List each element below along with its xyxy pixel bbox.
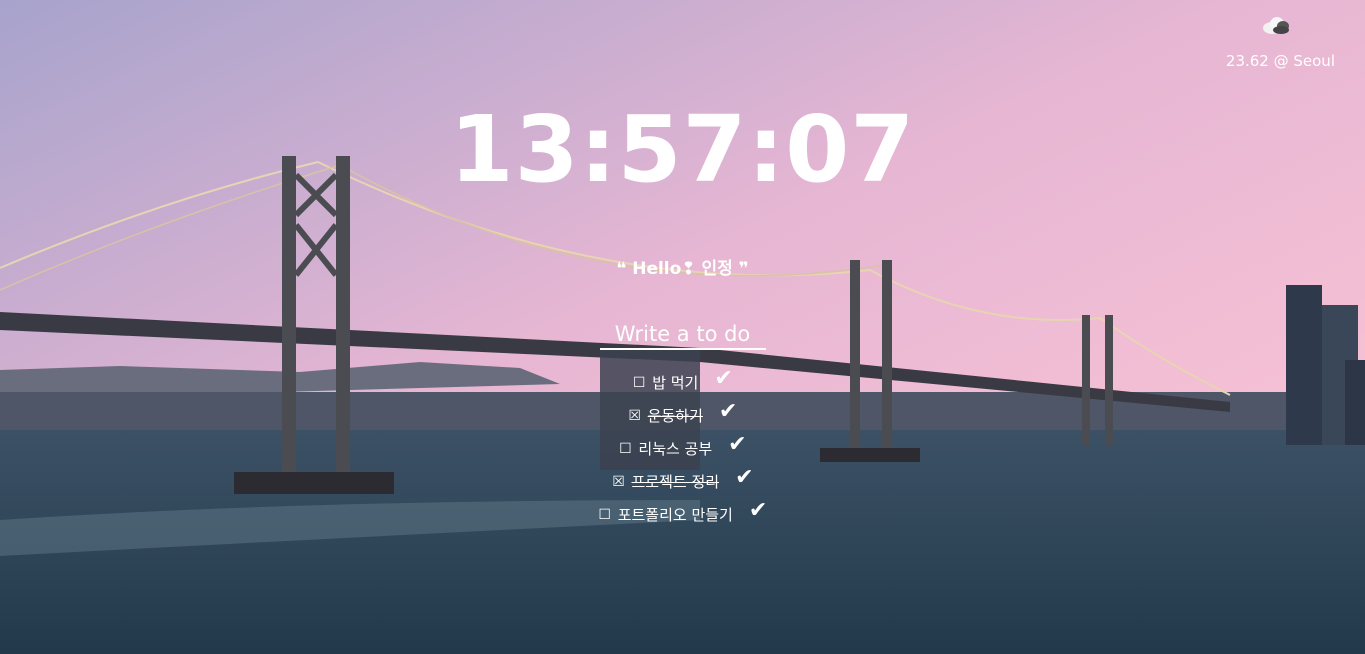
check-icon[interactable]: ✔	[735, 466, 753, 489]
cloud-icon	[1261, 14, 1291, 40]
check-icon[interactable]: ✔	[749, 499, 767, 522]
checkbox-icon[interactable]: ☐	[598, 507, 612, 523]
todo-text: 밥 먹기	[652, 374, 699, 392]
todo-item: ☐ 리눅스 공부 ✔	[0, 432, 1365, 465]
todo-text: 리눅스 공부	[638, 440, 713, 458]
check-icon[interactable]: ✔	[714, 367, 732, 390]
todo-item: ☒ 운동하기 ✔	[0, 399, 1365, 432]
weather-text: 23.62 @ Seoul	[1225, 52, 1335, 70]
check-icon[interactable]: ✔	[728, 433, 746, 456]
clock: 13:57:07	[449, 96, 916, 203]
checkbox-icon[interactable]: ☒	[628, 408, 642, 424]
todo-form	[0, 322, 1365, 350]
todo-text: 운동하기	[647, 407, 703, 425]
todo-text: 프로젝트 정리	[631, 473, 720, 491]
todo-text: 포트폴리오 만들기	[617, 506, 733, 524]
todo-list: ☐ 밥 먹기 ✔ ☒ 운동하기 ✔ ☐ 리눅스 공부 ✔ ☒ 프로젝트 정리 ✔…	[0, 366, 1365, 531]
check-icon[interactable]: ✔	[719, 400, 737, 423]
checkbox-icon[interactable]: ☐	[618, 441, 632, 457]
todo-item: ☐ 밥 먹기 ✔	[0, 366, 1365, 399]
greeting: ❝ Hello❢ 인정 ❞	[616, 259, 749, 279]
todo-item: ☒ 프로젝트 정리 ✔	[0, 465, 1365, 498]
todo-input[interactable]	[599, 322, 766, 350]
checkbox-icon[interactable]: ☒	[611, 474, 625, 490]
checkbox-icon[interactable]: ☐	[632, 375, 646, 391]
todo-item: ☐ 포트폴리오 만들기 ✔	[0, 498, 1365, 531]
